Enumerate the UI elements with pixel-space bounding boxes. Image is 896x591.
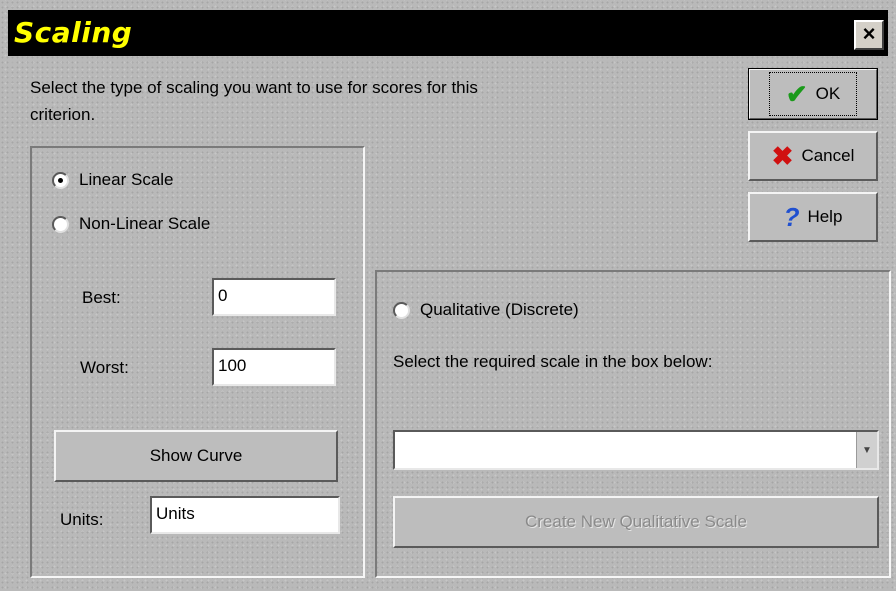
non-linear-scale-radio[interactable] bbox=[52, 215, 69, 233]
best-label: Best: bbox=[82, 288, 121, 307]
close-button[interactable]: × bbox=[854, 20, 884, 50]
non-linear-scale-label: Non-Linear Scale bbox=[79, 214, 211, 233]
units-input[interactable]: Units bbox=[150, 496, 340, 534]
best-input[interactable]: 0 bbox=[212, 278, 336, 316]
qualitative-label: Qualitative (Discrete) bbox=[420, 300, 579, 319]
close-icon: × bbox=[862, 21, 876, 46]
ok-label: OK bbox=[815, 84, 841, 103]
qualitative-radio[interactable] bbox=[393, 301, 410, 319]
units-label: Units: bbox=[60, 510, 104, 529]
intro-text: Select the type of scaling you want to u… bbox=[30, 78, 478, 124]
dropdown-arrow-icon[interactable]: ▼ bbox=[856, 432, 877, 468]
help-button[interactable]: ? Help bbox=[748, 192, 878, 242]
question-icon: ? bbox=[783, 202, 800, 232]
create-scale-label: Create New Qualitative Scale bbox=[524, 512, 748, 531]
help-label: Help bbox=[807, 207, 843, 226]
title-bar: Scaling × bbox=[8, 10, 888, 56]
checkmark-icon: ✔ bbox=[785, 79, 808, 109]
qualitative-option[interactable]: Qualitative (Discrete) bbox=[393, 300, 579, 320]
linear-scale-label: Linear Scale bbox=[79, 170, 174, 189]
worst-label: Worst: bbox=[80, 358, 129, 377]
window-title: Scaling bbox=[14, 16, 133, 49]
linear-scale-radio[interactable] bbox=[52, 171, 69, 189]
scaling-dialog: Scaling × Select the type of scaling you… bbox=[0, 0, 896, 591]
show-curve-label: Show Curve bbox=[149, 446, 243, 465]
linear-scale-option[interactable]: Linear Scale bbox=[52, 170, 174, 190]
scale-instruction: Select the required scale in the box bel… bbox=[393, 352, 713, 371]
worst-input[interactable]: 100 bbox=[212, 348, 336, 386]
non-linear-scale-option[interactable]: Non-Linear Scale bbox=[52, 214, 210, 234]
x-icon: ✖ bbox=[771, 141, 794, 171]
qualitative-scale-select[interactable]: ▼ bbox=[393, 430, 879, 470]
cancel-label: Cancel bbox=[801, 146, 855, 165]
ok-button[interactable]: ✔ OK bbox=[748, 68, 878, 120]
quantitative-panel: Linear Scale Non-Linear Scale Best: 0 Wo… bbox=[30, 146, 365, 578]
show-curve-button[interactable]: Show Curve bbox=[54, 430, 338, 482]
qualitative-panel: Qualitative (Discrete) Select the requir… bbox=[375, 270, 891, 578]
cancel-button[interactable]: ✖ Cancel bbox=[748, 131, 878, 181]
create-qualitative-scale-button: Create New Qualitative Scale bbox=[393, 496, 879, 548]
